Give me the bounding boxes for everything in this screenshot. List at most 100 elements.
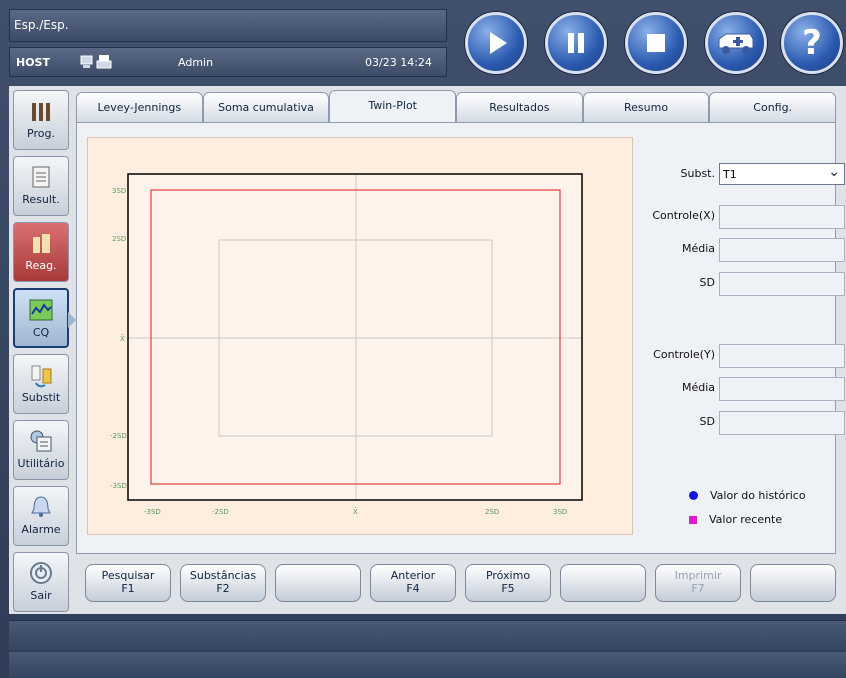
- sidebar-item-cq[interactable]: CQ: [13, 288, 76, 348]
- sidebar: Prog. Result. Reag. CQ Substit Utilitári…: [9, 90, 76, 618]
- pause-icon: [548, 15, 604, 71]
- sidebar-item-label: Substit: [21, 391, 61, 404]
- tab-soma-cumulativa[interactable]: Soma cumulativa: [202, 92, 330, 122]
- controle-x-field[interactable]: [719, 205, 845, 229]
- help-icon: ?: [784, 15, 840, 71]
- device-icons: [80, 54, 120, 73]
- twin-plot-chart: 3SD 2SD X̄ -2SD -3SD -3SD -2SD X̄ 2SD 3S…: [87, 137, 633, 535]
- print-button[interactable]: Imprimir F7: [655, 564, 741, 602]
- controle-y-label: Controle(Y): [653, 348, 715, 361]
- fkey-key: F5: [501, 582, 515, 595]
- results-icon: [32, 166, 50, 188]
- sidebar-item-substit[interactable]: Substit: [13, 354, 69, 414]
- tab-levey-jennings[interactable]: Levey-Jennings: [76, 92, 203, 122]
- sd-y-label: SD: [699, 415, 715, 428]
- stop-button[interactable]: [625, 12, 687, 74]
- twin-plot-svg: 3SD 2SD X̄ -2SD -3SD -3SD -2SD X̄ 2SD 3S…: [110, 173, 583, 516]
- legend-recente: Valor recente: [689, 513, 782, 526]
- historico-dot-icon: [689, 491, 698, 500]
- sidebar-item-label: Result.: [22, 193, 60, 206]
- title-bar: Esp./Esp.: [9, 9, 447, 42]
- legend-historico: Valor do histórico: [689, 489, 806, 502]
- ambulance-button[interactable]: [705, 12, 767, 74]
- sidebar-item-result[interactable]: Result.: [13, 156, 69, 216]
- ambulance-icon: [708, 15, 764, 71]
- x-label-3sd: 3SD: [553, 508, 567, 516]
- screen-title: Esp./Esp.: [14, 18, 69, 32]
- media-x-field[interactable]: [719, 238, 845, 262]
- x-label-neg2sd: -2SD: [212, 508, 229, 516]
- controle-y-field[interactable]: [719, 344, 845, 368]
- message-bar: [9, 620, 846, 650]
- tab-config[interactable]: Config.: [709, 92, 837, 122]
- plot-inner-area: [128, 174, 582, 500]
- function-key-bar: Pesquisar F1 Substâncias F2 Anterior F4 Pró…: [85, 564, 845, 604]
- fkey-label: Imprimir: [674, 569, 722, 582]
- subst-label: Subst.: [680, 167, 715, 180]
- status-bar: HOST Admin 03/23 14:24: [9, 47, 447, 77]
- legend-recente-label: Valor recente: [709, 513, 783, 526]
- sidebar-item-label: Utilitário: [17, 457, 65, 470]
- pause-button[interactable]: [545, 12, 607, 74]
- media-y-field[interactable]: [719, 377, 845, 401]
- x-label-neg3sd: -3SD: [144, 508, 161, 516]
- y-label-neg3sd: -3SD: [110, 482, 127, 490]
- blank-button-f6[interactable]: [560, 564, 646, 602]
- sd-x-label: SD: [699, 276, 715, 289]
- y-label-neg2sd: -2SD: [110, 432, 127, 440]
- datetime-label: 03/23 14:24: [365, 56, 432, 69]
- tab-twin-plot[interactable]: Twin-Plot: [329, 90, 457, 122]
- sidebar-item-prog[interactable]: Prog.: [13, 90, 69, 150]
- y-label-3sd: 3SD: [112, 187, 126, 195]
- next-button[interactable]: Próximo F5: [465, 564, 551, 602]
- footer-bar: [9, 652, 846, 678]
- sidebar-item-label: Prog.: [27, 127, 55, 140]
- blank-button-f3[interactable]: [275, 564, 361, 602]
- y-label-mean: X̄: [120, 334, 125, 343]
- help-glyph: ?: [802, 23, 822, 63]
- recente-square-icon: [689, 516, 697, 524]
- stop-icon: [628, 15, 684, 71]
- utility-icon: [30, 430, 52, 452]
- fkey-label: Pesquisar: [101, 569, 155, 582]
- substances-button[interactable]: Substâncias F2: [180, 564, 266, 602]
- legend-historico-label: Valor do histórico: [710, 489, 806, 502]
- media-y-label: Média: [681, 381, 715, 394]
- power-icon: [30, 562, 52, 584]
- help-button[interactable]: ?: [781, 12, 843, 74]
- substance-select[interactable]: T1 ⌄: [719, 163, 845, 185]
- y-label-2sd: 2SD: [112, 235, 126, 243]
- search-button[interactable]: Pesquisar F1: [85, 564, 171, 602]
- media-x-label: Média: [681, 242, 715, 255]
- sidebar-item-sair[interactable]: Sair: [13, 552, 69, 612]
- program-icon: [32, 103, 50, 121]
- tab-resultados[interactable]: Resultados: [456, 92, 583, 122]
- sd-x-field[interactable]: [719, 272, 845, 296]
- fkey-label: Substâncias: [189, 569, 257, 582]
- app-window: Esp./Esp. HOST Admin 03/23 14:24 ? Prog.…: [0, 0, 846, 678]
- twin-plot-content: 3SD 2SD X̄ -2SD -3SD -3SD -2SD X̄ 2SD 3S…: [76, 122, 845, 554]
- sidebar-item-label: CQ: [32, 326, 50, 339]
- user-label: Admin: [178, 56, 214, 69]
- sidebar-item-label: Sair: [30, 589, 52, 602]
- fkey-label: Anterior: [390, 569, 436, 582]
- sd-y-field[interactable]: [719, 411, 845, 435]
- substitution-icon: [31, 365, 52, 388]
- computer-printer-icon: [80, 55, 112, 69]
- sidebar-item-label: Alarme: [21, 523, 61, 536]
- x-label-2sd: 2SD: [485, 508, 499, 516]
- play-button[interactable]: [465, 12, 527, 74]
- fkey-key: F1: [121, 582, 135, 595]
- sidebar-item-label: Reag.: [25, 259, 57, 272]
- reagent-icon: [33, 234, 50, 253]
- fkey-key: F7: [691, 582, 705, 595]
- sidebar-item-utilitario[interactable]: Utilitário: [13, 420, 69, 480]
- previous-button[interactable]: Anterior F4: [370, 564, 456, 602]
- tab-resumo[interactable]: Resumo: [582, 92, 710, 122]
- qc-chart-icon: [29, 299, 53, 321]
- sidebar-item-reag[interactable]: Reag.: [13, 222, 69, 282]
- x-label-mean: X̄: [353, 507, 358, 516]
- blank-button-f8[interactable]: [750, 564, 836, 602]
- bell-icon: [31, 496, 51, 517]
- sidebar-item-alarme[interactable]: Alarme: [13, 486, 69, 546]
